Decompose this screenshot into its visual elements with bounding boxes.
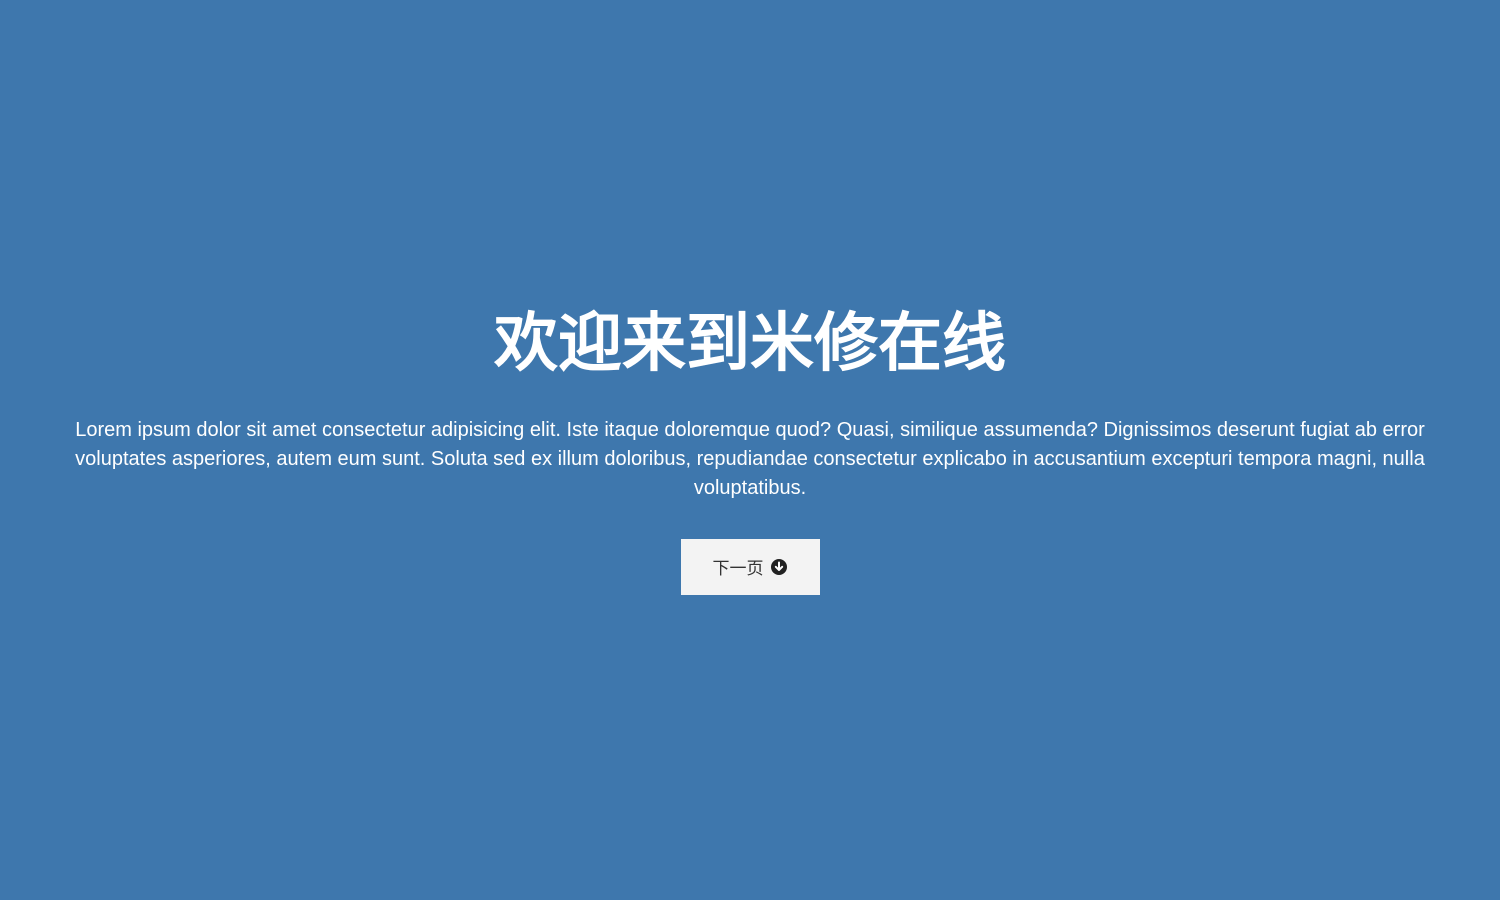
- hero-section: 欢迎来到米修在线 Lorem ipsum dolor sit amet cons…: [0, 0, 1500, 900]
- hero-description: Lorem ipsum dolor sit amet consectetur a…: [75, 418, 1425, 499]
- hero-title: 欢迎来到米修在线: [494, 307, 1006, 380]
- next-page-button[interactable]: 下一页: [680, 538, 820, 595]
- arrow-circle-down-icon: [770, 558, 788, 576]
- next-page-button-label: 下一页: [712, 559, 764, 580]
